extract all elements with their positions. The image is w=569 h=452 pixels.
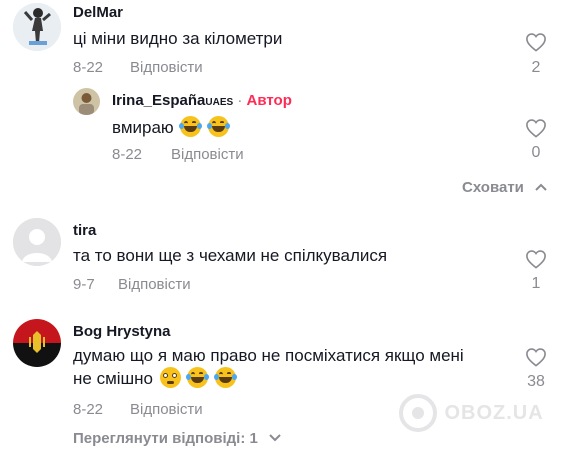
- laughing-tears-emoji: [186, 367, 210, 388]
- avatar-image: [73, 88, 100, 115]
- comment-text-body: вмираю: [112, 118, 174, 137]
- heart-outline-icon[interactable]: [525, 347, 547, 367]
- avatar[interactable]: [13, 3, 61, 51]
- avatar[interactable]: [73, 88, 100, 115]
- comment-text: та то вони ще з чехами не спілкувалися: [73, 246, 388, 265]
- avatar-image: [13, 3, 61, 51]
- laughing-tears-emoji: [179, 116, 203, 137]
- comment-text: думаю що я маю право не посміхатися якщо…: [73, 345, 464, 390]
- comment-author[interactable]: tira: [73, 222, 96, 239]
- chevron-down-icon: [269, 434, 281, 442]
- heart-outline-icon[interactable]: [525, 118, 547, 138]
- like-count: 38: [527, 373, 545, 390]
- comment-text: вмираю: [112, 116, 231, 139]
- author-tag: Автор: [246, 92, 292, 109]
- view-replies-button[interactable]: Переглянути відповіді: 1: [73, 430, 282, 447]
- like-count: 1: [531, 275, 541, 292]
- default-avatar-icon: [13, 218, 61, 266]
- flushed-face-emoji: [159, 367, 181, 388]
- reply-button[interactable]: Відповісти: [171, 146, 244, 163]
- separator-dot: ·: [237, 92, 243, 109]
- laughing-tears-emoji: [207, 116, 231, 137]
- laughing-tears-emoji: [214, 367, 238, 388]
- watermark-logo-icon: [399, 394, 437, 432]
- comment-author[interactable]: DelMar: [73, 4, 123, 21]
- like-count: 0: [531, 144, 541, 161]
- like-count: 2: [531, 59, 541, 76]
- avatar[interactable]: [13, 319, 61, 367]
- comment-author[interactable]: Irina_EspañaUAES · Автор: [112, 92, 292, 109]
- watermark: OBOZ.UA: [398, 393, 544, 433]
- heart-outline-icon[interactable]: [525, 249, 547, 269]
- chevron-up-icon: [535, 183, 547, 191]
- comment-date: 8-22: [73, 59, 104, 76]
- watermark-text: OBOZ.UA: [444, 402, 544, 425]
- comment-text-body: не смішно: [73, 369, 154, 388]
- reply-button[interactable]: Відповісти: [130, 401, 203, 418]
- avatar-image: [13, 319, 61, 367]
- comment-date: 8-22: [73, 401, 104, 418]
- comment-date: 9-7: [73, 276, 95, 293]
- reply-button[interactable]: Відповісти: [130, 59, 203, 76]
- reply-button[interactable]: Відповісти: [118, 276, 191, 293]
- author-badge: UAES: [205, 97, 234, 108]
- author-name[interactable]: Irina_España: [112, 92, 205, 109]
- hide-replies-label: Сховати: [462, 179, 524, 196]
- comment-text-line: не смішно: [73, 367, 464, 390]
- comment-date: 8-22: [112, 146, 143, 163]
- comment-text-line: думаю що я маю право не посміхатися якщо…: [73, 346, 464, 365]
- heart-outline-icon[interactable]: [525, 32, 547, 52]
- comment-author[interactable]: Bog Hrystyna: [73, 323, 171, 340]
- view-replies-label: Переглянути відповіді: 1: [73, 430, 258, 447]
- hide-replies-button[interactable]: Сховати: [462, 179, 548, 196]
- avatar[interactable]: [13, 218, 61, 266]
- comment-text: ці міни видно за кілометри: [73, 29, 283, 48]
